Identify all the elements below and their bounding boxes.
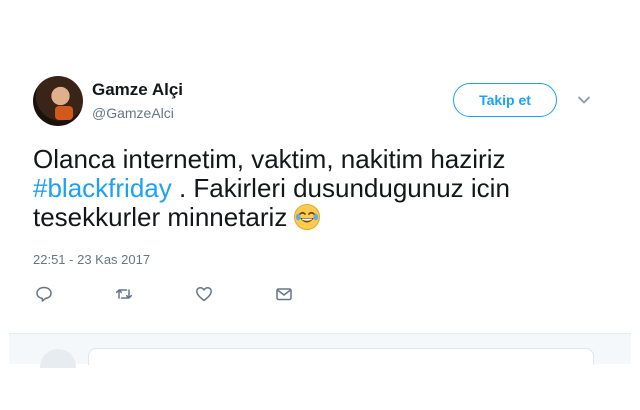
chevron-down-icon[interactable] [576,92,592,108]
tweet-text-line-3-text: tesekkurler minnetariz [33,202,288,232]
tweet-text-line-3: tesekkurler minnetariz [33,203,613,232]
crop-edge [0,368,640,410]
like-icon[interactable] [194,284,214,304]
user-handle[interactable]: @GamzeAlci [92,105,174,121]
tweet-text-line-1: Olanca internetim, vaktim, nakitim hazir… [33,144,506,174]
reply-input[interactable] [88,348,594,365]
follow-button-label: Takip et [479,92,531,108]
direct-message-icon[interactable] [274,284,294,304]
user-display-name[interactable]: Gamze Alçi [92,80,183,100]
tweet-text-line-2: #blackfriday . Fakirleri dusundugunuz ic… [33,174,613,203]
retweet-icon[interactable] [114,284,134,304]
face-with-tears-of-joy-icon [293,203,321,231]
hashtag-link[interactable]: #blackfriday [33,173,172,203]
tweet-text: Olanca internetim, vaktim, nakitim hazir… [33,145,613,232]
follow-button[interactable]: Takip et [453,83,557,117]
tweet-timestamp[interactable]: 22:51 - 23 Kas 2017 [33,252,150,267]
reply-icon[interactable] [34,284,54,304]
tweet-text-line-2-rest: . Fakirleri dusundugunuz icin [171,173,510,203]
user-avatar[interactable] [33,76,83,126]
tweet-card: Gamze Alçi @GamzeAlci Takip et Olanca in… [0,0,640,410]
avatar-detail [55,106,73,120]
